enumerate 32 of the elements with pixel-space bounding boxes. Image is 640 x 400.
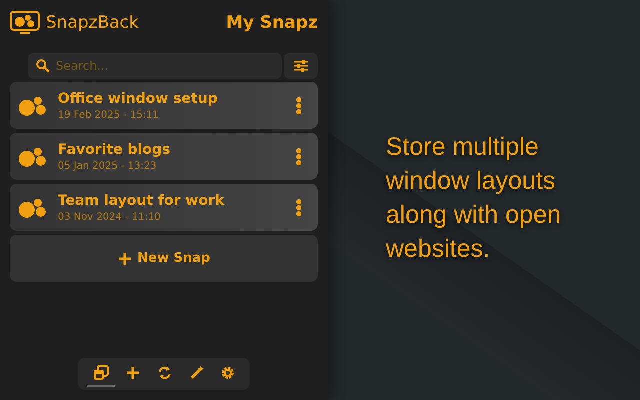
windows-icon [92, 365, 109, 381]
plus-icon [126, 366, 140, 380]
snap-dots-icon [18, 94, 48, 116]
snap-date: 03 Nov 2024 - 11:10 [58, 212, 162, 222]
snap-name: Favorite blogs [58, 142, 172, 158]
snap-name: Office window setup [58, 90, 219, 106]
more-button[interactable] [296, 96, 304, 114]
filter-button[interactable] [284, 53, 318, 79]
snap-card[interactable]: Office window setup 19 Feb 2025 - 15:11 [10, 82, 318, 129]
snap-card[interactable]: Favorite blogs 05 Jan 2025 - 13:23 [10, 133, 318, 180]
snap-name: Team layout for work [58, 192, 226, 208]
snap-dots-icon [18, 196, 48, 218]
tagline: Store multiple window layouts along with open websites. [386, 132, 562, 265]
settings-icon [221, 366, 236, 380]
more-icon [296, 148, 302, 166]
more-button[interactable] [296, 148, 304, 166]
plus-icon [118, 252, 132, 266]
more-icon [296, 198, 302, 216]
sync-icon [158, 366, 172, 380]
more-icon [296, 96, 302, 114]
app-name: SnapzBack [46, 13, 139, 33]
search-field[interactable]: Search... [28, 53, 282, 79]
sliders-icon [294, 60, 308, 72]
more-button[interactable] [296, 198, 304, 216]
snap-date: 05 Jan 2025 - 13:23 [58, 160, 158, 172]
new-snap-button[interactable]: New Snap [10, 235, 318, 282]
logo-icon [10, 11, 40, 35]
snap-dots-icon [18, 146, 48, 168]
snap-card[interactable]: Team layout for work 03 Nov 2024 - 11:10 [10, 184, 318, 231]
magic-wand-icon [190, 366, 204, 380]
snap-date: 19 Feb 2025 - 15:11 [58, 110, 160, 120]
page-title: My Snapz [226, 13, 318, 33]
